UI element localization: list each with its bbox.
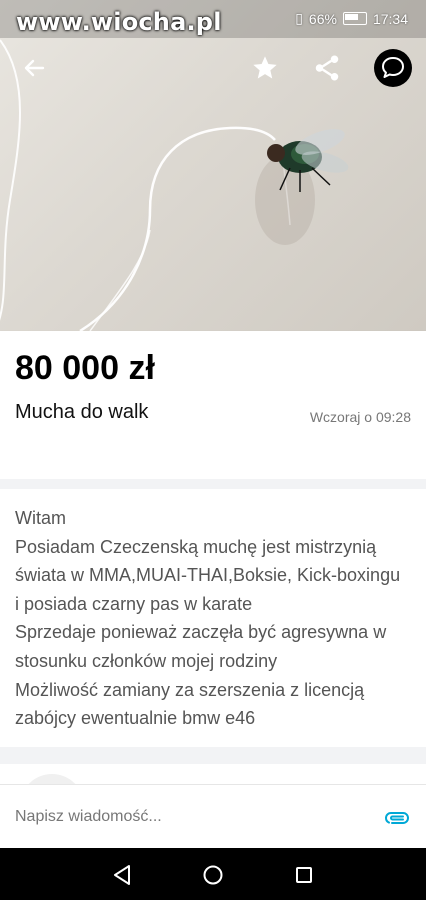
listing-title: Mucha do walk [15, 401, 149, 423]
description-line: świata w MMA,MUAI-THAI,Boksie, Kick-boxi… [15, 565, 401, 586]
listing-description: Witam Posiadam Czeczenską muchę jest mis… [0, 489, 426, 747]
description-line: Sprzedaje ponieważ zaczęła być agresywna… [15, 622, 387, 643]
circle-home-icon [203, 865, 223, 885]
description-text: Witam Posiadam Czeczenską muchę jest mis… [15, 504, 415, 733]
description-line: Witam [15, 508, 66, 528]
status-bar: www.wiocha.pl ▯ 66% 17:34 [0, 0, 426, 38]
description-line: i posiada czarny pas w karate [15, 593, 253, 614]
description-line: zabójcy ewentualnie bmw e46 [15, 708, 256, 729]
description-line: Posiadam Czeczenską muchę jest mistrzyni… [15, 536, 377, 557]
share-button[interactable] [309, 50, 345, 86]
listing-price: 80 000 zł [15, 349, 155, 387]
chat-bubble-icon [382, 57, 404, 78]
system-nav-bar [0, 848, 426, 900]
triangle-back-icon [114, 865, 130, 885]
watermark: www.wiocha.pl [16, 8, 222, 36]
arrow-left-icon [24, 59, 45, 77]
paperclip-icon [384, 812, 410, 824]
description-line: Możliwość zamiany za szerszenia z licenc… [15, 679, 365, 700]
chat-button[interactable] [374, 49, 412, 87]
status-indicators: ▯ 66% 17:34 [295, 10, 408, 27]
favorite-button[interactable] [247, 50, 283, 86]
message-bar: Napisz wiadomość... [0, 784, 426, 849]
nav-back-button[interactable] [108, 862, 136, 888]
message-input[interactable]: Napisz wiadomość... [15, 808, 162, 826]
description-line: stosunku członków mojej rodziny [15, 650, 278, 671]
listing-date: Wczoraj o 09:28 [309, 409, 411, 425]
vibrate-icon: ▯ [295, 10, 303, 26]
square-recents-icon [296, 867, 312, 883]
star-icon [253, 56, 277, 79]
battery-icon [342, 12, 367, 25]
back-button[interactable] [16, 50, 52, 86]
section-divider [0, 747, 426, 764]
nav-recents-button[interactable] [290, 862, 318, 888]
clock: 17:34 [372, 10, 408, 27]
section-divider [0, 479, 426, 489]
battery-percent: 66% [308, 10, 337, 27]
price-card: 80 000 zł Mucha do walk Wczoraj o 09:28 [0, 331, 426, 479]
top-action-bar [0, 40, 426, 98]
share-icon [315, 55, 339, 81]
seller-section[interactable] [0, 764, 426, 838]
nav-home-button[interactable] [199, 862, 227, 888]
attach-button[interactable] [382, 803, 412, 833]
